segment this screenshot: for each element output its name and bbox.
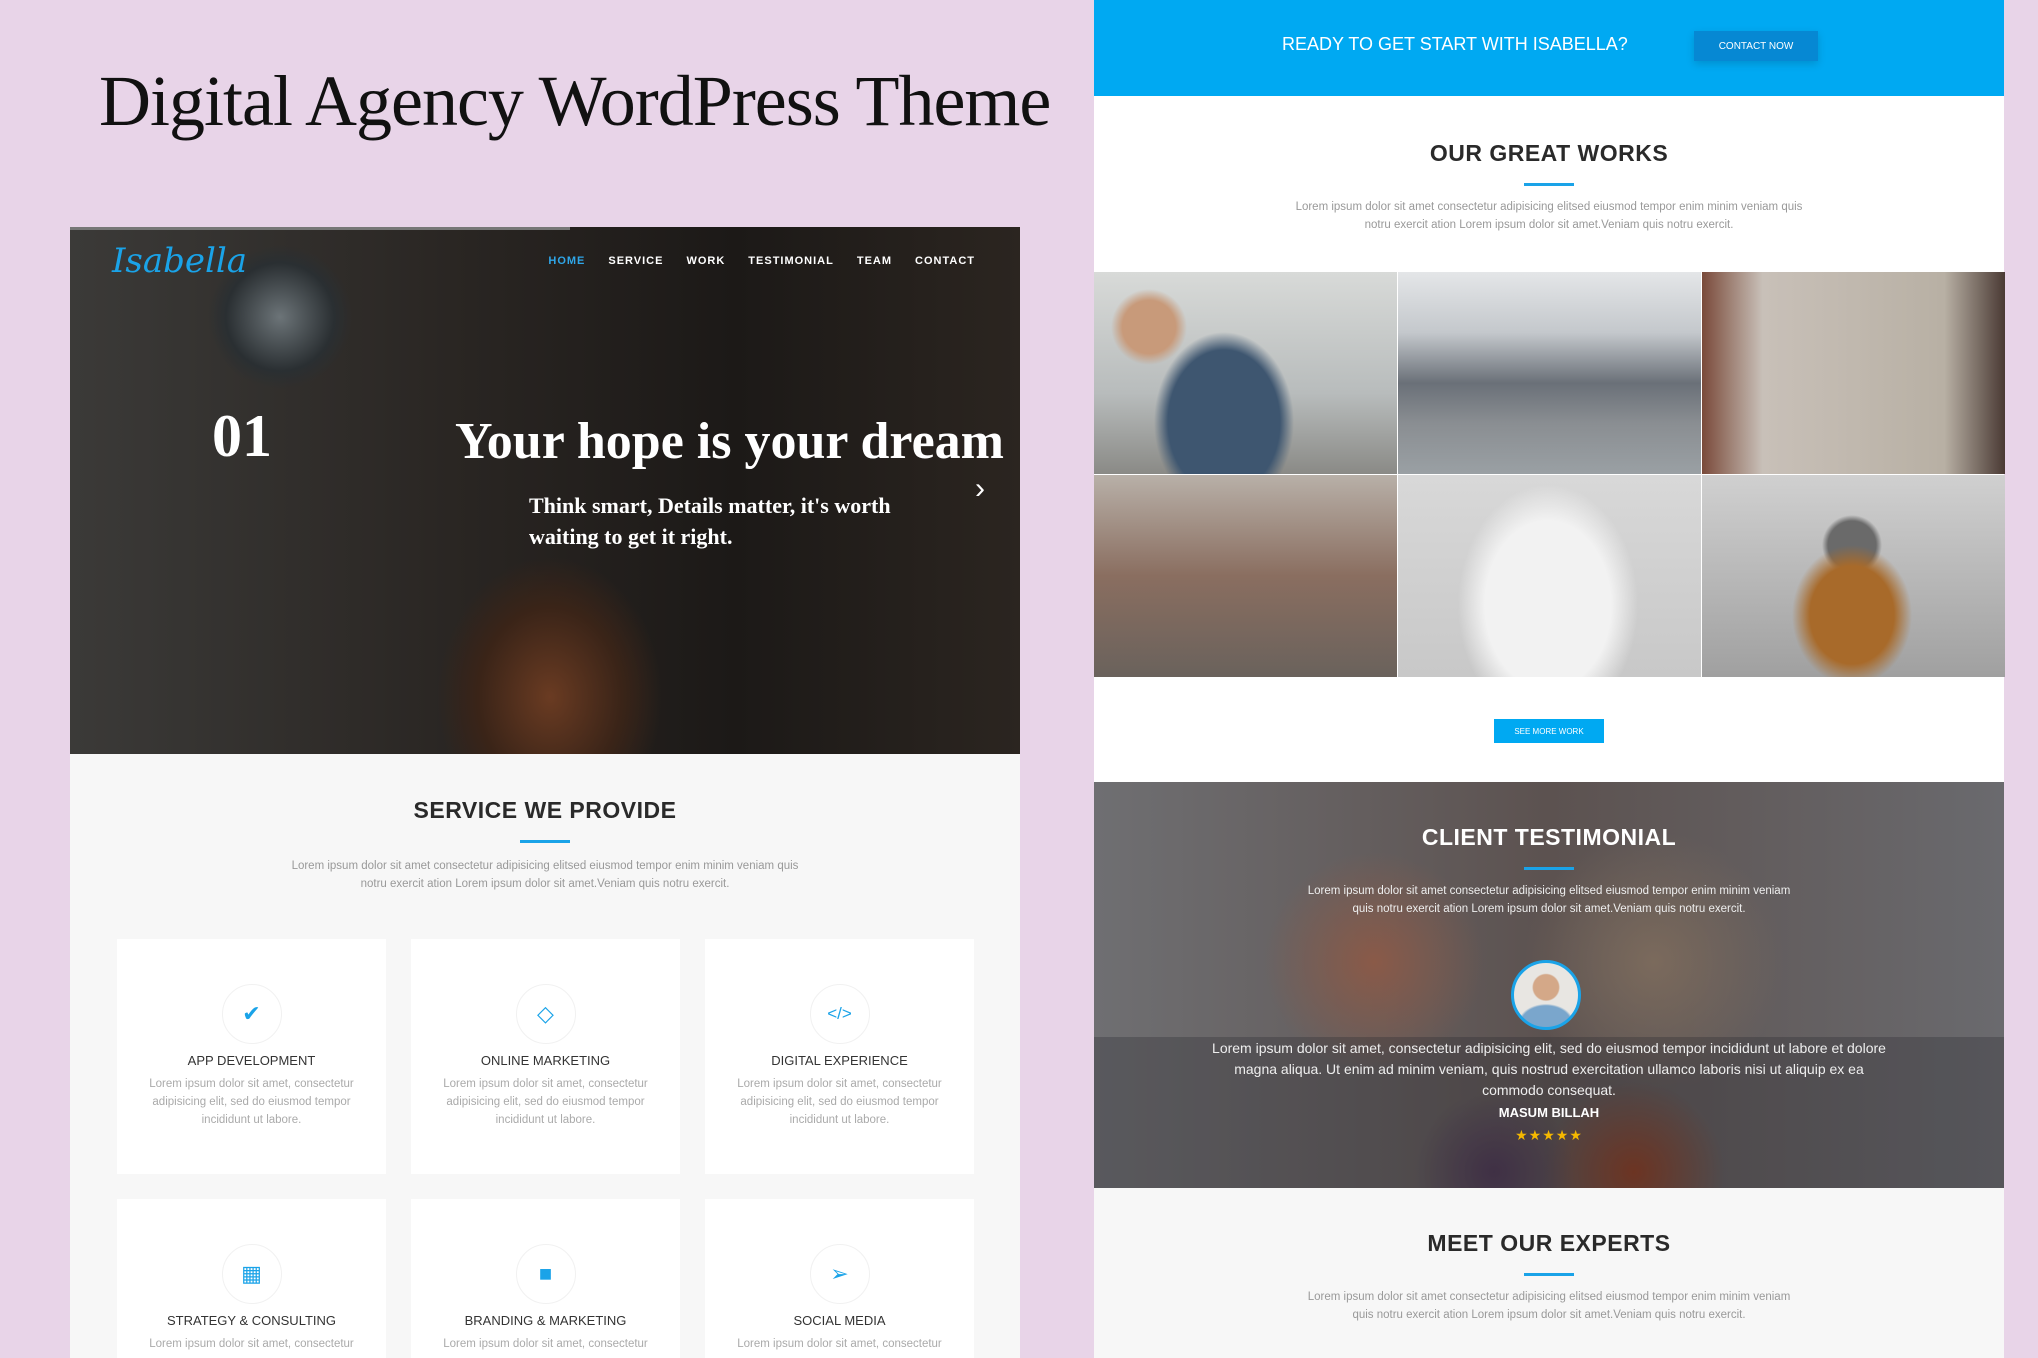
client-name: MASUM BILLAH (1498, 1105, 1600, 1120)
diamond-icon: ◇ (515, 984, 576, 1044)
service-card[interactable]: ✔ APP DEVELOPMENT Lorem ipsum dolor sit am… (117, 939, 386, 1174)
hero-slider: Isabella HOME SERVICE WORK TESTIMONIAL T… (70, 227, 1020, 754)
nav-testimonial[interactable]: TESTIMONIAL (748, 255, 834, 267)
service-title: BRANDING & MARKETING (464, 1313, 627, 1328)
testimonial-section: CLIENT TESTIMONIAL Lorem ipsum dolor sit… (1094, 782, 2004, 1188)
work-image[interactable] (1398, 475, 1701, 677)
paper-plane-icon: ➢ (809, 1244, 870, 1304)
star-rating-icon: ★★★★★ (1515, 1127, 1583, 1143)
service-desc: Lorem ipsum dolor sit amet, consectetur … (737, 1078, 942, 1126)
work-image[interactable] (1094, 272, 1397, 474)
contact-now-button[interactable]: CONTACT NOW (1694, 31, 1818, 61)
building-icon: ▦ (221, 1244, 282, 1304)
hero-subline: Think smart, Details matter, it's worth … (529, 493, 891, 549)
homepage-preview: Isabella HOME SERVICE WORK TESTIMONIAL T… (70, 227, 1020, 1358)
nav-home[interactable]: HOME (548, 255, 585, 267)
main-nav: HOME SERVICE WORK TESTIMONIAL TEAM CONTA… (548, 255, 975, 267)
experts-intro: Lorem ipsum dolor sit amet consectetur a… (1307, 1291, 1791, 1321)
work-image[interactable] (1094, 475, 1397, 677)
services-intro: Lorem ipsum dolor sit amet consectetur a… (291, 860, 799, 890)
service-title: STRATEGY & CONSULTING (166, 1313, 337, 1328)
service-card[interactable]: ➢ SOCIAL MEDIA Lorem ipsum dolor sit amet,… (705, 1199, 974, 1358)
title-underline (1524, 867, 1574, 870)
title-underline (1524, 183, 1574, 186)
nav-service[interactable]: SERVICE (608, 255, 663, 267)
work-image[interactable] (1398, 272, 1701, 474)
chevron-right-icon[interactable]: › (975, 472, 985, 506)
service-card[interactable]: ■ BRANDING & MARKETING Lorem ipsum dolor s… (411, 1199, 680, 1358)
briefcase-icon: ■ (515, 1244, 576, 1304)
service-desc: Lorem ipsum dolor sit amet, consectetur … (443, 1078, 648, 1126)
site-logo[interactable]: Isabella (112, 241, 247, 281)
code-icon: </> (809, 984, 870, 1044)
service-title: DIGITAL EXPERIENCE (771, 1053, 908, 1068)
slide-number: 01 (212, 403, 272, 469)
banner-title: Digital Agency WordPress Theme (99, 61, 1051, 141)
testimonial-intro: Lorem ipsum dolor sit amet consectetur a… (1307, 885, 1791, 915)
service-card[interactable]: ◇ ONLINE MARKETING Lorem ipsum dolor sit a… (411, 939, 680, 1174)
work-image[interactable] (1702, 475, 2005, 677)
service-desc: Lorem ipsum dolor sit amet, consectetur (149, 1338, 354, 1350)
service-card[interactable]: </> DIGITAL EXPERIENCE Lorem ipsum dolor s… (705, 939, 974, 1174)
title-underline (520, 840, 570, 843)
services-title: SERVICE WE PROVIDE (413, 797, 677, 823)
hero-headline: Your hope is your dream (455, 413, 1004, 470)
service-desc: Lorem ipsum dolor sit amet, consectetur (443, 1338, 648, 1350)
experts-section: MEET OUR EXPERTS Lorem ipsum dolor sit a… (1094, 1188, 2004, 1358)
sections-preview: READY TO GET START WITH ISABELLA? CONTAC… (1094, 0, 2005, 1358)
title-underline (1524, 1273, 1574, 1276)
nav-team[interactable]: TEAM (857, 255, 892, 267)
experts-title: MEET OUR EXPERTS (1427, 1230, 1671, 1256)
service-title: ONLINE MARKETING (480, 1053, 611, 1068)
service-card[interactable]: ▦ STRATEGY & CONSULTING Lorem ipsum dolor … (117, 1199, 386, 1358)
cta-band: READY TO GET START WITH ISABELLA? CONTAC… (1094, 0, 2004, 96)
works-title: OUR GREAT WORKS (1429, 140, 1669, 166)
testimonial-quote: Lorem ipsum dolor sit amet, consectetur … (1212, 1040, 1886, 1098)
service-desc: Lorem ipsum dolor sit amet, consectetur (737, 1338, 942, 1350)
see-more-work-button[interactable]: SEE MORE WORK (1494, 719, 1604, 743)
nav-contact[interactable]: CONTACT (915, 255, 975, 267)
cta-question: READY TO GET START WITH ISABELLA? (1282, 34, 1628, 54)
check-icon: ✔ (221, 984, 282, 1044)
service-title: SOCIAL MEDIA (793, 1313, 886, 1328)
work-image[interactable] (1702, 272, 2005, 474)
service-title: APP DEVELOPMENT (187, 1053, 316, 1068)
nav-work[interactable]: WORK (686, 255, 725, 267)
slider-progress (70, 227, 570, 230)
testimonial-title: CLIENT TESTIMONIAL (1421, 824, 1677, 850)
client-avatar (1511, 960, 1581, 1030)
service-desc: Lorem ipsum dolor sit amet, consectetur … (149, 1078, 354, 1126)
works-intro: Lorem ipsum dolor sit amet consectetur a… (1295, 201, 1803, 231)
